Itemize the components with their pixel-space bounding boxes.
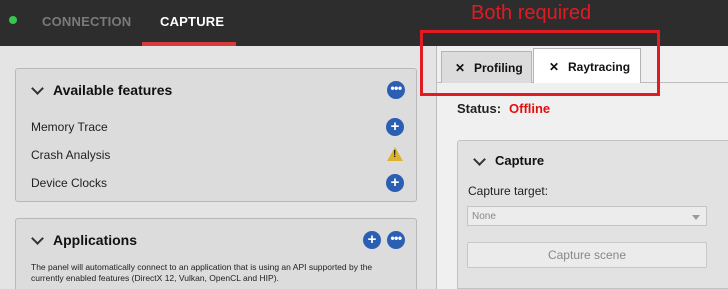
- add-application-icon[interactable]: +: [363, 231, 381, 249]
- status-value: Offline: [509, 101, 551, 116]
- tab-capture[interactable]: CAPTURE: [160, 14, 224, 29]
- applications-description: The panel will automatically connect to …: [31, 262, 373, 283]
- annotation-text: Both required: [471, 2, 592, 24]
- panel-title: Applications: [53, 232, 138, 248]
- feature-memory-trace-label: Memory Trace: [31, 120, 108, 134]
- chevron-down-icon[interactable]: [31, 86, 45, 96]
- more-options-icon[interactable]: •••: [387, 81, 405, 99]
- add-memory-trace-icon[interactable]: +: [386, 118, 404, 136]
- add-device-clocks-icon[interactable]: +: [386, 174, 404, 192]
- more-options-icon[interactable]: •••: [387, 231, 405, 249]
- tab-connection[interactable]: CONNECTION: [42, 14, 131, 29]
- feature-crash-analysis-label: Crash Analysis: [31, 148, 111, 162]
- applications-panel: Applications + ••• The panel will automa…: [15, 218, 417, 289]
- chevron-down-icon[interactable]: [473, 157, 487, 167]
- capture-target-select[interactable]: None: [467, 206, 707, 226]
- chevron-down-icon: [692, 215, 700, 220]
- panel-title: Available features: [53, 82, 173, 98]
- feature-device-clocks-label: Device Clocks: [31, 176, 108, 190]
- capture-title: Capture: [495, 153, 545, 168]
- capture-scene-button[interactable]: Capture scene: [467, 242, 707, 268]
- annotation-box: [420, 30, 660, 96]
- capture-target-label: Capture target:: [468, 184, 549, 198]
- available-features-panel: Available features ••• Memory Trace + Cr…: [15, 68, 417, 202]
- connection-status-icon: [9, 16, 17, 24]
- warning-icon[interactable]: !: [387, 147, 403, 161]
- capture-target-value: None: [472, 211, 496, 222]
- chevron-down-icon[interactable]: [31, 236, 45, 246]
- status-label: Status:: [457, 101, 502, 116]
